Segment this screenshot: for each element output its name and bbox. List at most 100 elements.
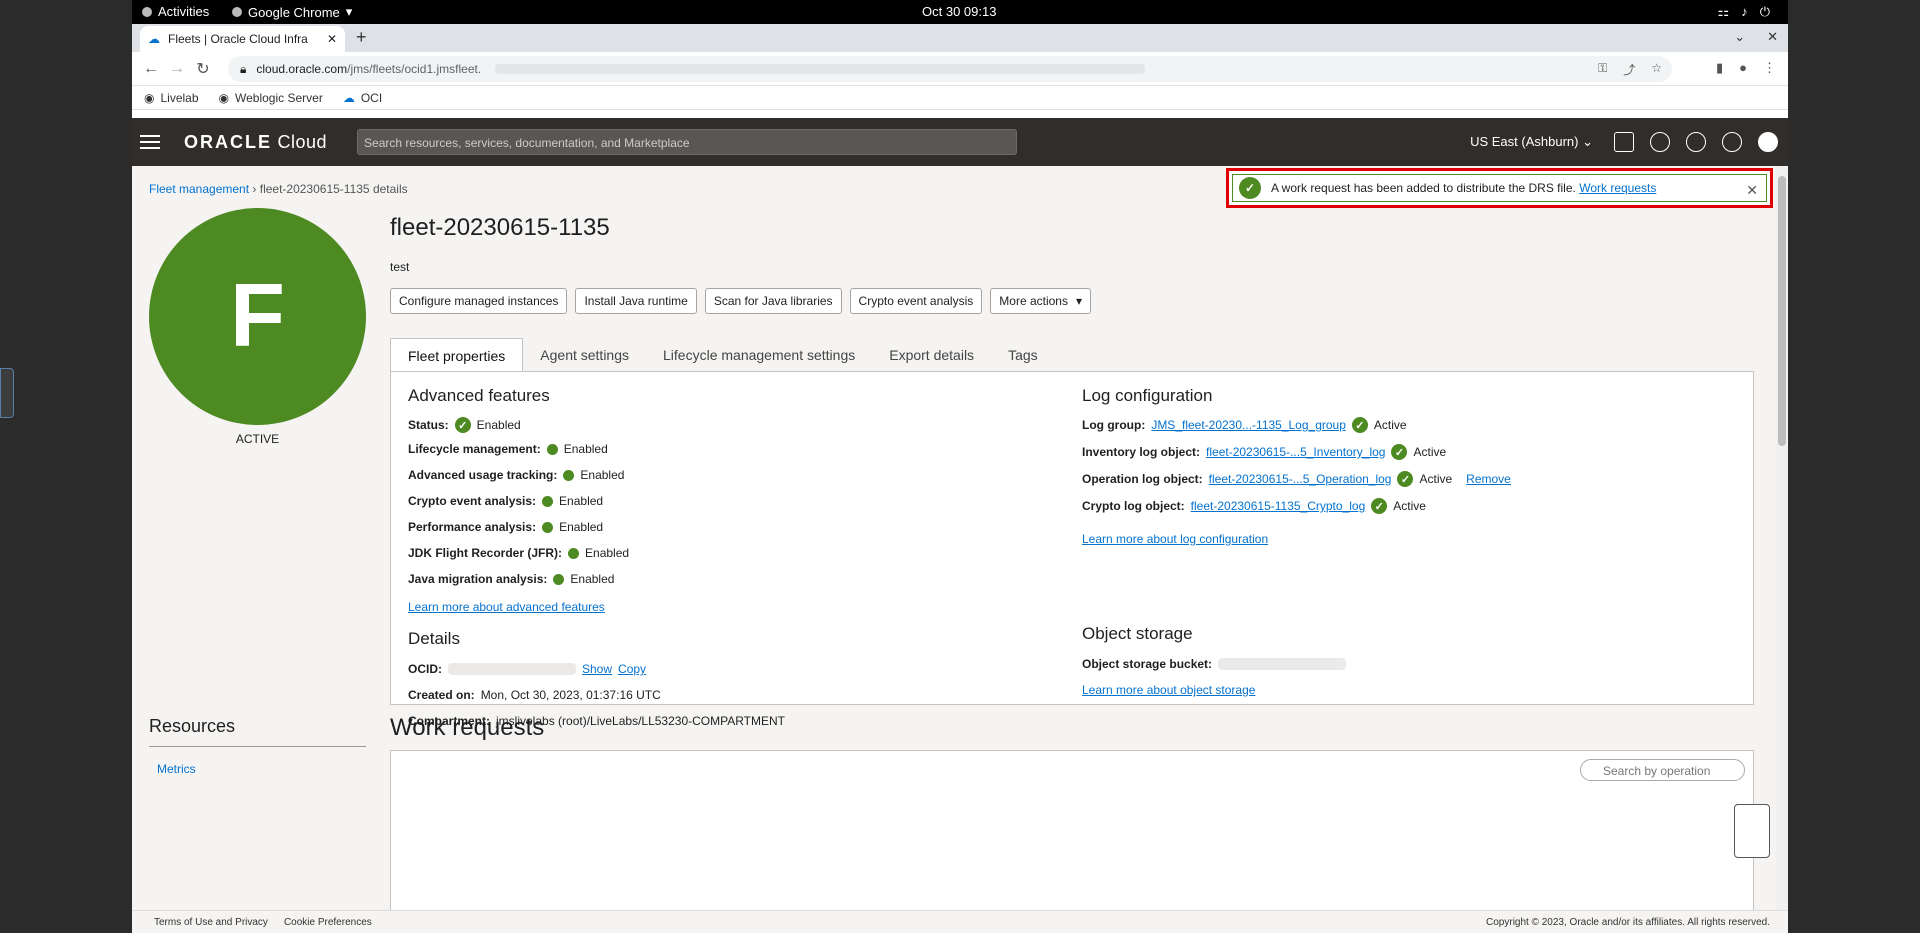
work-requests-panel: Search by operation (390, 750, 1754, 910)
work-requests-search-input[interactable]: Search by operation (1580, 759, 1745, 781)
inventory-log-label: Inventory log object: (1082, 445, 1201, 459)
bookmark-label: Weblogic Server (235, 90, 323, 105)
feature-label: Performance analysis: (408, 520, 537, 534)
bookmark-weblogic[interactable]: ◉ Weblogic Server (219, 91, 323, 105)
operation-log-row: Operation log object: fleet-20230615-...… (1082, 471, 1511, 487)
global-search-input[interactable]: Search resources, services, documentatio… (357, 129, 1018, 155)
crypto-event-analysis-button[interactable]: Crypto event analysis (849, 288, 983, 314)
tab-lifecycle-management-settings[interactable]: Lifecycle management settings (646, 338, 872, 372)
globe-icon: ◉ (144, 90, 155, 105)
configure-managed-instances-button[interactable]: Configure managed instances (390, 288, 568, 314)
object-storage-title: Object storage (1082, 624, 1193, 643)
fleet-state: ACTIVE (235, 432, 280, 446)
kebab-menu-icon[interactable]: ⋮ (1763, 60, 1776, 76)
region-selector[interactable]: US East (Ashburn) ⌄ (1470, 134, 1593, 150)
clock[interactable]: Oct 30 09:13 (922, 4, 996, 19)
learn-more-log-configuration-link[interactable]: Learn more about log configuration (1082, 532, 1268, 546)
learn-more-object-storage-link[interactable]: Learn more about object storage (1082, 683, 1255, 697)
log-group-link[interactable]: JMS_fleet-20230...-1135_Log_group (1151, 418, 1346, 432)
language-globe-icon[interactable] (1722, 132, 1742, 152)
fleet-description: test (390, 260, 410, 274)
check-circle-icon: ✓ (454, 417, 471, 433)
key-icon[interactable]: ⚿ (1598, 61, 1607, 78)
created-row: Created on: Mon, Oct 30, 2023, 01:37:16 U… (408, 688, 661, 702)
toast-message: A work request has been added to distrib… (1271, 181, 1576, 195)
url-host: cloud.oracle.com (256, 62, 348, 76)
ocid-row: OCID: Show Copy (408, 662, 646, 676)
system-tray[interactable]: ⚏ ♪ ⏻ (1718, 4, 1770, 20)
address-bar[interactable]: 🔒︎ cloud.oracle.com/jms/fleets/ocid1.jms… (228, 56, 1672, 82)
resources-metrics-link[interactable]: Metrics (157, 762, 196, 776)
app-menu[interactable]: Google Chrome ▾ (232, 4, 352, 20)
status-label: Status: (408, 418, 449, 432)
network-icon: ⚏ (1717, 4, 1730, 19)
feature-value: Enabled (585, 546, 630, 560)
browser-toolbar: ← → ↻ 🔒︎ cloud.oracle.com/jms/fleets/oci… (132, 52, 1788, 86)
oracle-cloud-logo[interactable]: ORACLE Cloud (184, 132, 327, 153)
copyright: Copyright © 2023, Oracle and/or its affi… (1486, 917, 1770, 928)
bookmark-oci[interactable]: ☁ OCI (343, 91, 382, 105)
side-panel-icon[interactable]: ▮ (1716, 60, 1723, 76)
breadcrumb-fleet-management[interactable]: Fleet management (149, 182, 249, 196)
tab-agent-settings[interactable]: Agent settings (523, 338, 646, 372)
work-requests-link[interactable]: Work requests (1579, 181, 1656, 195)
tab-fleet-properties[interactable]: Fleet properties (390, 338, 524, 373)
app-menu-label: Google Chrome (248, 4, 340, 20)
feature-label: Advanced usage tracking: (408, 468, 558, 482)
new-tab-button[interactable]: + (356, 27, 367, 48)
lock-icon: 🔒︎ (240, 61, 247, 76)
close-tab-icon[interactable]: ✕ (327, 32, 337, 46)
bookmark-livelab[interactable]: ◉ Livelab (144, 91, 199, 105)
scrollbar-thumb[interactable] (1778, 176, 1786, 446)
tab-tags[interactable]: Tags (991, 338, 1055, 372)
page-scrollbar[interactable] (1776, 166, 1788, 910)
check-circle-icon: ✓ (1371, 498, 1388, 514)
learn-more-advanced-features-link[interactable]: Learn more about advanced features (408, 600, 605, 614)
activities-button[interactable]: Activities (142, 4, 209, 19)
show-ocid-link[interactable]: Show (582, 662, 612, 676)
copy-ocid-link[interactable]: Copy (618, 662, 646, 676)
inventory-log-row: Inventory log object: fleet-20230615-...… (1082, 444, 1446, 460)
bookmark-label: OCI (360, 90, 383, 105)
profile-icon[interactable]: ● (1739, 60, 1747, 76)
check-circle-icon: ✓ (1239, 177, 1261, 199)
remove-operation-log-link[interactable]: Remove (1466, 472, 1511, 486)
hamburger-menu-icon[interactable] (140, 131, 160, 153)
share-icon[interactable]: ⤴ (1623, 61, 1635, 78)
chrome-icon (232, 7, 242, 17)
bookmarks-bar: ◉ Livelab ◉ Weblogic Server ☁ OCI (132, 86, 1788, 110)
crypto-log-label: Crypto log object: (1082, 499, 1185, 513)
user-profile-icon[interactable] (1758, 132, 1778, 152)
region-label: US East (Ashburn) (1470, 134, 1579, 149)
bell-icon[interactable] (1650, 132, 1670, 152)
terms-link[interactable]: Terms of Use and Privacy (154, 917, 268, 928)
window-controls: ⌄ ✕ (1734, 29, 1778, 45)
close-icon[interactable]: ✕ (1746, 182, 1758, 199)
cookie-preferences-link[interactable]: Cookie Preferences (284, 917, 372, 928)
star-icon[interactable]: ☆ (1651, 61, 1662, 78)
volume-icon: ♪ (1741, 4, 1748, 19)
window-close-icon[interactable]: ✕ (1767, 29, 1778, 45)
more-actions-button[interactable]: More actions ▾ (990, 288, 1092, 314)
feature-label: JDK Flight Recorder (JFR): (408, 546, 563, 560)
feature-value: Enabled (559, 494, 604, 508)
operation-log-link[interactable]: fleet-20230615-...5_Operation_log (1209, 472, 1392, 486)
install-java-runtime-button[interactable]: Install Java runtime (575, 288, 697, 314)
status-dot-icon (542, 521, 554, 533)
more-actions-label: More actions (999, 294, 1068, 308)
reload-icon[interactable]: ↻ (190, 59, 216, 79)
scan-java-libraries-button[interactable]: Scan for Java libraries (704, 288, 842, 314)
work-requests-title: Work requests (390, 714, 545, 741)
browser-tab[interactable]: ☁ Fleets | Oracle Cloud Infra ✕ (140, 26, 345, 52)
tab-export-details[interactable]: Export details (872, 338, 991, 372)
tab-search-icon[interactable]: ⌄ (1734, 29, 1745, 45)
help-icon[interactable] (1686, 132, 1706, 152)
cloud-shell-icon[interactable] (1614, 132, 1634, 152)
inventory-log-link[interactable]: fleet-20230615-...5_Inventory_log (1206, 445, 1385, 459)
feature-row: JDK Flight Recorder (JFR): Enabled (408, 546, 629, 560)
back-icon[interactable]: ← (138, 60, 164, 78)
forward-icon[interactable]: → (164, 60, 190, 78)
side-panel-handle[interactable] (0, 368, 14, 418)
help-widget-button[interactable] (1734, 804, 1770, 858)
crypto-log-link[interactable]: fleet-20230615-1135_Crypto_log (1191, 499, 1366, 513)
